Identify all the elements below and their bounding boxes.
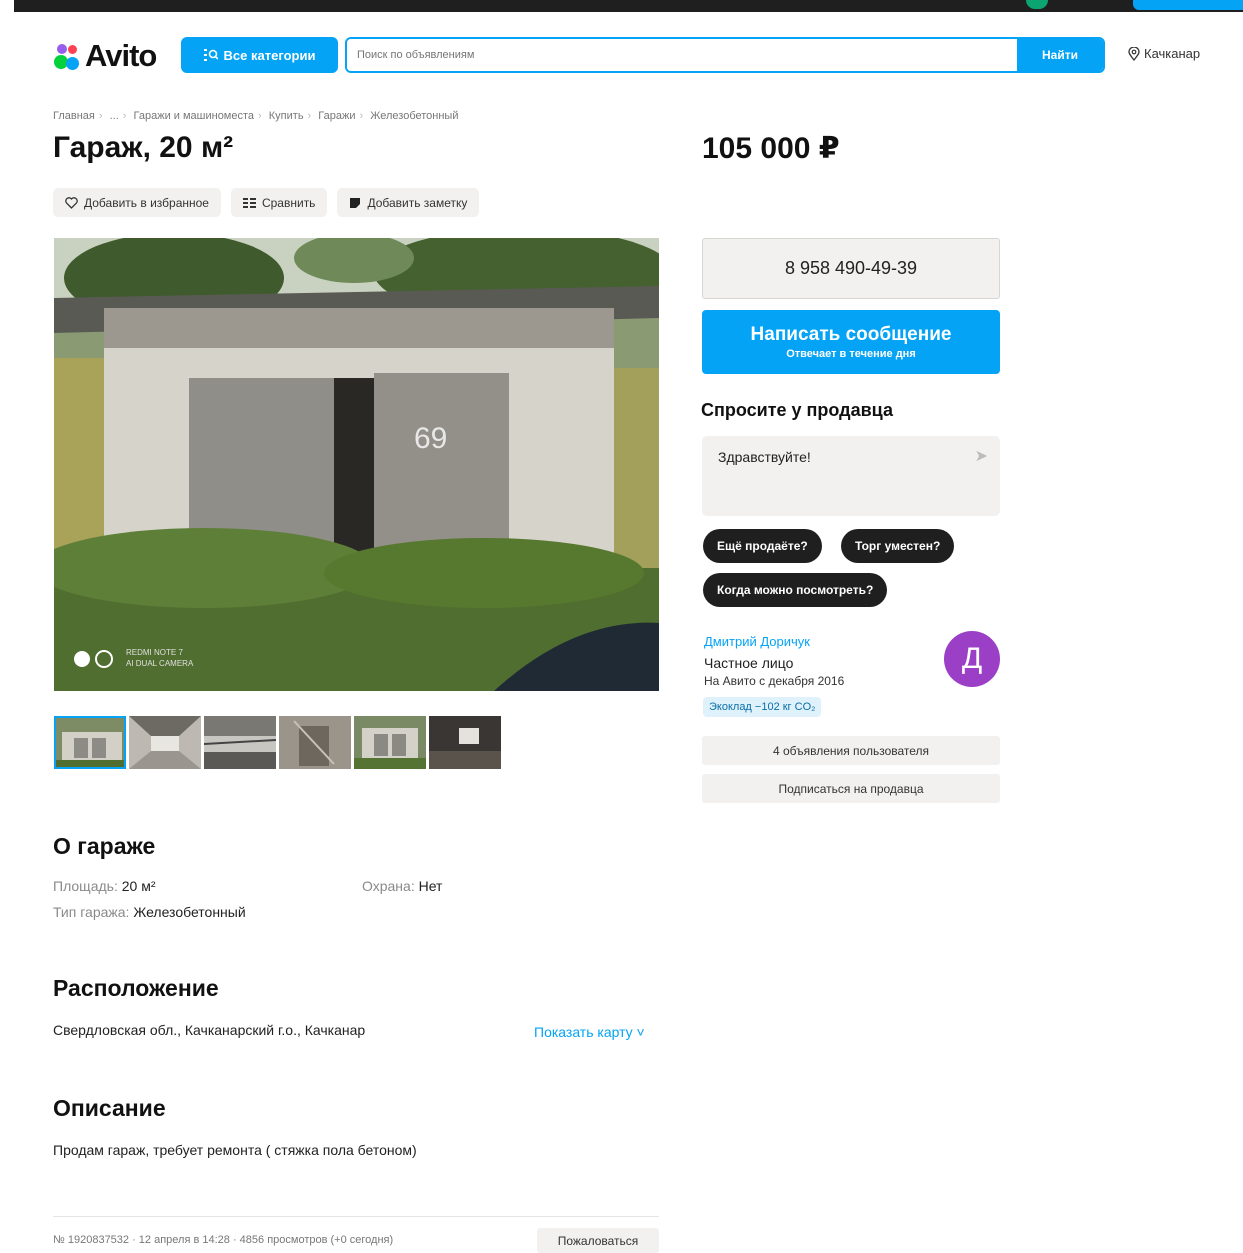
write-message-button[interactable]: Написать сообщение Отвечает в течение дн… xyxy=(702,310,1000,374)
listing-actions: Добавить в избранное Сравнить Добавить з… xyxy=(53,188,480,217)
search-button[interactable]: Найти xyxy=(1017,39,1103,71)
param-garage-type: Тип гаража: Железобетонный xyxy=(53,904,246,920)
search-input[interactable] xyxy=(347,39,1017,71)
param-value: Железобетонный xyxy=(133,904,246,920)
svg-text:69: 69 xyxy=(414,422,447,455)
show-map-link[interactable]: Показать карту ˅ xyxy=(534,1024,645,1040)
subscribe-seller-button[interactable]: Подписаться на продавца xyxy=(702,774,1000,803)
page-title: Гараж, 20 м² xyxy=(53,131,234,164)
ask-seller-title: Спросите у продавца xyxy=(701,400,893,420)
heart-icon xyxy=(65,196,78,209)
compare-label: Сравнить xyxy=(261,195,316,210)
quick-question-chip[interactable]: Когда можно посмотреть? xyxy=(703,573,888,607)
seller-since: На Авито с декабря 2016 xyxy=(704,674,845,688)
address: Свердловская обл., Качканарский г.о., Ка… xyxy=(53,1022,366,1038)
main-photo[interactable]: 69 REDMI NOTE 7 AI DUAL CAMERA xyxy=(54,238,659,691)
description-text: Продам гараж, требует ремонта ( стяжка п… xyxy=(53,1142,417,1158)
top-strip xyxy=(14,0,1243,12)
about-heading: О гараже xyxy=(53,833,156,859)
param-value: 20 м² xyxy=(121,878,156,894)
all-categories-label: Все категории xyxy=(223,47,316,63)
ask-seller-input[interactable]: Здравствуйте! ➤ xyxy=(702,436,1000,516)
seller-type: Частное лицо xyxy=(704,655,794,671)
thumbnail-3[interactable] xyxy=(204,716,276,769)
add-favorite-button[interactable]: Добавить в избранное xyxy=(53,188,221,217)
compare-icon xyxy=(242,197,256,208)
thumbnail-1[interactable] xyxy=(54,716,126,769)
seller-listings-button[interactable]: 4 объявления пользователя xyxy=(702,736,1000,765)
logo-dots-icon xyxy=(52,41,82,71)
logo-text: Avito xyxy=(85,38,157,73)
report-button[interactable]: Пожаловаться xyxy=(537,1228,659,1253)
thumbnail-4[interactable] xyxy=(279,716,351,769)
eco-badge[interactable]: Экоклад −102 кг CO₂ xyxy=(703,697,822,717)
show-phone-button[interactable]: 8 958 490-49-39 xyxy=(702,238,1000,299)
thumbnail-2[interactable] xyxy=(129,716,201,769)
param-security: Охрана: Нет xyxy=(362,878,442,894)
breadcrumb: Главная › ... › Гаражи и машиноместа › Купи… xyxy=(53,110,459,122)
seller-name-link[interactable]: Дмитрий Доричук xyxy=(704,634,810,649)
param-key: Площадь: xyxy=(53,878,118,894)
location-heading: Расположение xyxy=(53,975,219,1001)
listing-price: 105 000 ₽ xyxy=(702,132,840,165)
breadcrumb-item[interactable]: ... xyxy=(110,110,119,122)
thumbnail-5[interactable] xyxy=(354,716,426,769)
location-label: Качканар xyxy=(1144,46,1201,61)
photo-watermark: AI DUAL CAMERA xyxy=(126,659,194,668)
add-note-label: Добавить заметку xyxy=(367,195,468,210)
add-note-button[interactable]: Добавить заметку xyxy=(337,188,480,217)
param-value: Нет xyxy=(418,878,443,894)
breadcrumb-item[interactable]: Железобетонный xyxy=(370,110,458,122)
param-key: Охрана: xyxy=(362,878,415,894)
note-icon xyxy=(350,197,361,208)
listing-meta: № 1920837532 · 12 апреля в 14:28 · 4856 … xyxy=(53,1234,394,1246)
avatar[interactable]: Д xyxy=(944,631,1000,687)
divider xyxy=(53,1216,659,1217)
top-strip-indicator xyxy=(1026,0,1048,9)
avito-logo[interactable]: Avito xyxy=(52,36,157,76)
photo-watermark: REDMI NOTE 7 xyxy=(126,648,183,657)
ask-seller-text: Здравствуйте! xyxy=(718,449,811,465)
garage-photo: 69 REDMI NOTE 7 AI DUAL CAMERA xyxy=(54,238,659,691)
param-area: Площадь: 20 м² xyxy=(53,878,155,894)
breadcrumb-item[interactable]: Главная xyxy=(53,110,95,122)
quick-question-chip[interactable]: Ещё продаёте? xyxy=(703,529,822,563)
response-time-label: Отвечает в течение дня xyxy=(786,348,916,360)
compare-button[interactable]: Сравнить xyxy=(230,188,328,217)
send-icon[interactable]: ➤ xyxy=(975,446,988,466)
quick-question-chip[interactable]: Торг уместен? xyxy=(841,529,955,563)
description-heading: Описание xyxy=(53,1095,166,1121)
top-strip-button[interactable] xyxy=(1133,0,1243,10)
photo-thumbnails xyxy=(54,716,501,769)
add-favorite-label: Добавить в избранное xyxy=(84,195,209,210)
all-categories-button[interactable]: Все категории xyxy=(181,37,338,73)
location-selector[interactable]: Качканар xyxy=(1128,46,1200,61)
breadcrumb-item[interactable]: Гаражи и машиноместа xyxy=(134,110,255,122)
categories-grid-icon xyxy=(203,49,218,61)
search-bar: Найти xyxy=(345,37,1105,73)
param-key: Тип гаража: xyxy=(53,904,130,920)
breadcrumb-item[interactable]: Купить xyxy=(269,110,304,122)
location-pin-icon xyxy=(1128,46,1140,61)
breadcrumb-item[interactable]: Гаражи xyxy=(318,110,355,122)
write-message-label: Написать сообщение xyxy=(750,324,952,345)
thumbnail-6[interactable] xyxy=(429,716,501,769)
